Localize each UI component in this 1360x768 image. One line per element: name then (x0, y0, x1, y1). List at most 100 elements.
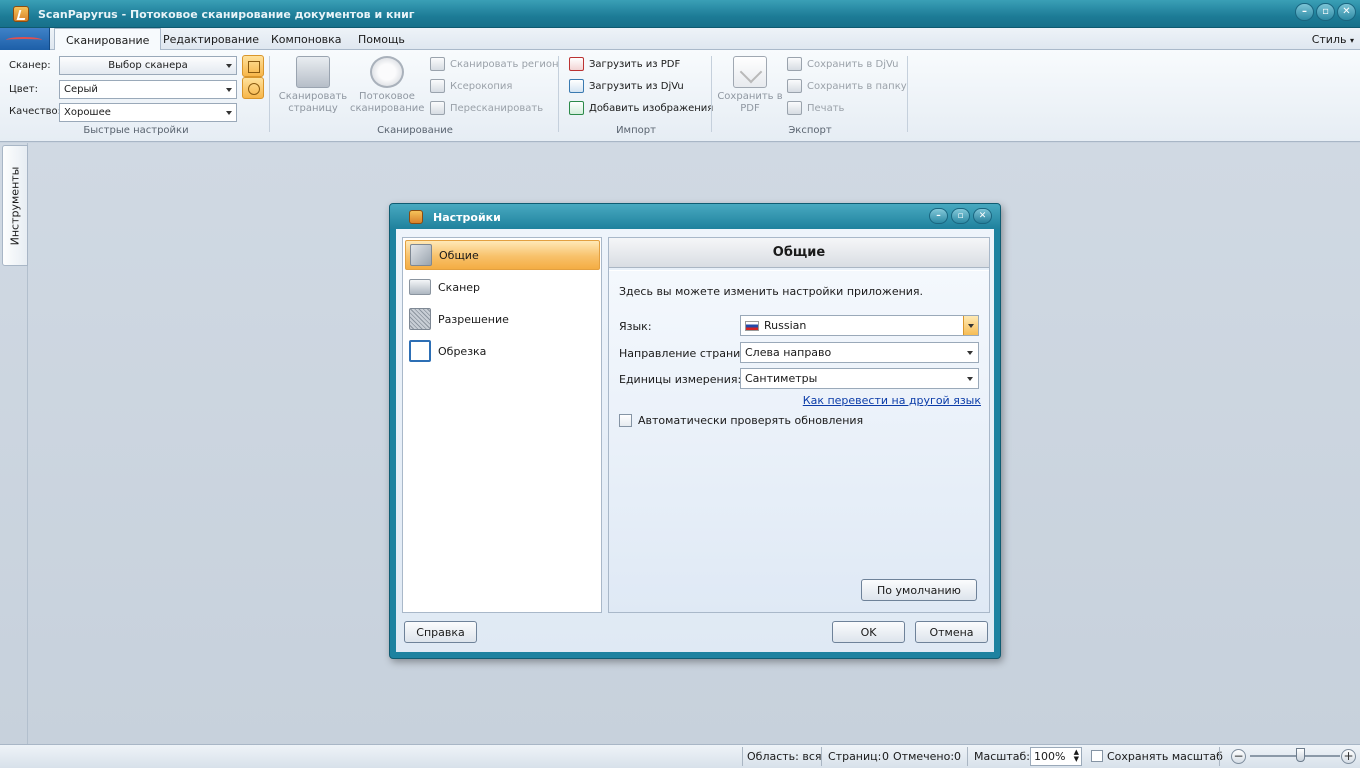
save-pdf-label: Сохранить в PDF (717, 91, 783, 114)
chevron-down-icon (226, 64, 232, 68)
language-select[interactable]: Russian (740, 315, 979, 336)
units-select[interactable]: Сантиметры (740, 368, 979, 389)
dialog-close-button[interactable]: ✕ (973, 208, 992, 224)
window-title: ScanPapyrus - Потоковое сканирование док… (38, 8, 415, 21)
title-bar: ScanPapyrus - Потоковое сканирование док… (0, 0, 1360, 28)
add-images-label: Добавить изображения (589, 102, 714, 114)
resolution-icon (409, 308, 431, 330)
zoom-slider-thumb[interactable] (1295, 748, 1305, 762)
settings-nav-resolution-label: Разрешение (438, 312, 509, 326)
add-images-button[interactable]: Добавить изображения (569, 99, 713, 117)
style-menu-label: Стиль (1311, 33, 1347, 46)
copier-icon (430, 79, 445, 93)
scan-page-label: Сканировать страницу (278, 91, 348, 114)
scanner-select[interactable]: Выбор сканера (59, 56, 237, 75)
settings-dialog: Настройки – ▫ ✕ Общие Сканер Разрешение (389, 203, 1001, 659)
zoom-input[interactable]: 100% ▲ ▼ (1030, 747, 1082, 766)
settings-description: Здесь вы можете изменить настройки прило… (619, 285, 924, 298)
save-folder-button[interactable]: Сохранить в папку (787, 77, 907, 95)
save-djvu-button[interactable]: Сохранить в DjVu (787, 55, 898, 73)
rescan-button[interactable]: Пересканировать (430, 99, 543, 117)
app-logo-icon[interactable] (13, 6, 29, 22)
group-divider (907, 56, 908, 132)
scanning-group-label: Сканирование (377, 125, 453, 136)
group-divider (711, 56, 712, 132)
scan-area-icon[interactable] (242, 55, 264, 77)
settings-content-header: Общие (609, 238, 989, 268)
print-button[interactable]: Печать (787, 99, 844, 117)
zoom-label: Масштаб: (974, 750, 1030, 763)
settings-nav: Общие Сканер Разрешение Обрезка (402, 237, 602, 613)
xerocopy-button[interactable]: Ксерокопия (430, 77, 512, 95)
save-folder-label: Сохранить в папку (807, 80, 907, 92)
translate-link[interactable]: Как перевести на другой язык (803, 394, 981, 407)
quality-select[interactable]: Хорошее (59, 103, 237, 122)
load-djvu-label: Загрузить из DjVu (589, 80, 684, 92)
settings-nav-crop[interactable]: Обрезка (405, 336, 600, 366)
load-pdf-button[interactable]: Загрузить из PDF (569, 55, 680, 73)
chevron-down-icon (967, 351, 973, 355)
tools-panel-tab-label: Инструменты (8, 166, 22, 245)
pdf-document-icon (733, 56, 767, 88)
scan-region-button[interactable]: Сканировать регион (430, 55, 558, 73)
units-select-value: Сантиметры (745, 372, 818, 385)
close-button[interactable]: ✕ (1337, 3, 1356, 21)
settings-nav-resolution[interactable]: Разрешение (405, 304, 600, 334)
dialog-title-bar[interactable]: Настройки – ▫ ✕ (390, 204, 1000, 229)
settings-nav-general[interactable]: Общие (405, 240, 600, 270)
tab-help[interactable]: Помощь (358, 28, 405, 50)
dialog-minimize-button[interactable]: – (929, 208, 948, 224)
tab-layout[interactable]: Компоновка (271, 28, 342, 50)
color-select[interactable]: Серый (59, 80, 237, 99)
save-pdf-button[interactable]: Сохранить в PDF (713, 56, 787, 120)
stream-scan-label: Потоковое сканирование (350, 91, 425, 114)
stream-scan-button[interactable]: Потоковое сканирование (350, 56, 424, 120)
crop-icon (409, 340, 431, 362)
language-select-value: Russian (764, 319, 807, 332)
chevron-down-icon (967, 377, 973, 381)
keep-zoom-checkbox[interactable] (1091, 750, 1103, 762)
auto-update-checkbox[interactable] (619, 414, 632, 427)
folder-icon (787, 79, 802, 93)
load-djvu-button[interactable]: Загрузить из DjVu (569, 77, 684, 95)
scanner-settings-icon[interactable] (242, 77, 264, 99)
auto-update-row: Автоматически проверять обновления (619, 414, 863, 427)
settings-nav-scanner[interactable]: Сканер (405, 272, 600, 302)
spinner-arrows-icon[interactable]: ▲ ▼ (1074, 749, 1079, 763)
page-direction-label: Направление страниц: (619, 347, 752, 360)
status-marked-label: Отмечено: (893, 750, 955, 763)
app-logo-icon (409, 210, 423, 224)
style-menu[interactable]: Стиль ▾ (1312, 33, 1354, 46)
ok-button[interactable]: OK (832, 621, 905, 643)
export-group-label: Экспорт (788, 125, 832, 136)
scan-page-button[interactable]: Сканировать страницу (276, 56, 350, 120)
help-button[interactable]: Справка (404, 621, 477, 643)
zoom-in-button[interactable]: + (1341, 749, 1356, 764)
status-divider (967, 747, 968, 766)
color-select-value: Серый (64, 84, 98, 95)
scan-region-label: Сканировать регион (450, 58, 559, 70)
chevron-down-icon: ▾ (1349, 36, 1354, 45)
default-button[interactable]: По умолчанию (861, 579, 977, 601)
status-pages-label: Страниц: (828, 750, 882, 763)
zoom-out-button[interactable]: − (1231, 749, 1246, 764)
dialog-maximize-button[interactable]: ▫ (951, 208, 970, 224)
dialog-window-controls: – ▫ ✕ (929, 208, 992, 224)
status-divider (742, 747, 743, 766)
app-menu-button[interactable] (0, 28, 50, 50)
page-direction-select[interactable]: Слева направо (740, 342, 979, 363)
quality-label: Качество: (9, 106, 61, 117)
status-marked-value: 0 (954, 750, 961, 763)
group-divider (558, 56, 559, 132)
cancel-button[interactable]: Отмена (915, 621, 988, 643)
tab-scanning[interactable]: Сканирование (54, 28, 162, 51)
minimize-button[interactable]: – (1295, 3, 1314, 21)
group-divider (269, 56, 270, 132)
page-direction-value: Слева направо (745, 346, 832, 359)
rescan-icon (430, 101, 445, 115)
scanner-select-value: Выбор сканера (108, 60, 188, 71)
tab-editing[interactable]: Редактирование (163, 28, 259, 50)
restore-button[interactable]: ▫ (1316, 3, 1335, 21)
printer-icon (787, 101, 802, 115)
tools-panel-tab[interactable]: Инструменты (2, 145, 28, 266)
